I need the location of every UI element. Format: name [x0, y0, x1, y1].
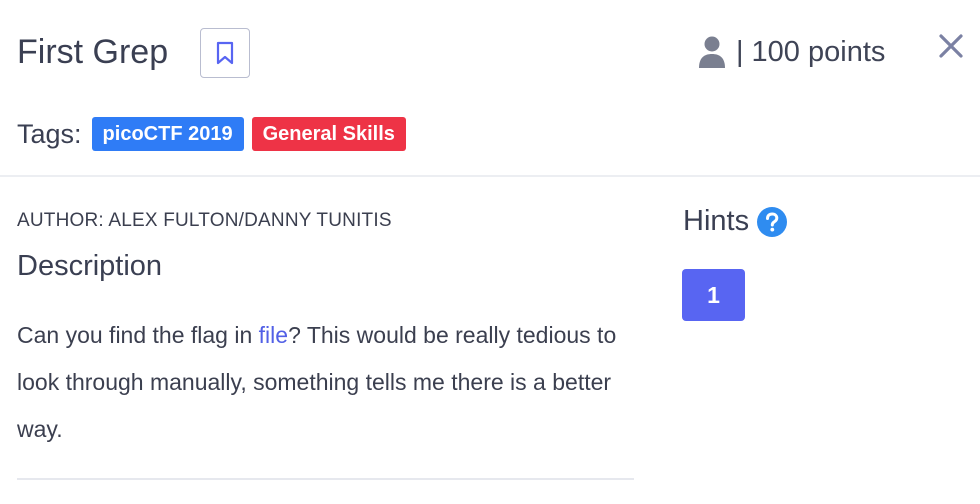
tag-picoctf-2019[interactable]: picoCTF 2019	[91, 117, 244, 151]
description-divider	[17, 478, 634, 480]
hints-heading: Hints	[683, 205, 750, 237]
help-circle-icon[interactable]	[757, 206, 788, 237]
description-heading: Description	[17, 250, 163, 282]
user-icon	[699, 36, 725, 68]
tags-row: Tags: picoCTF 2019 General Skills	[17, 117, 414, 151]
author-line: AUTHOR: ALEX FULTON/DANNY TUNITIS	[17, 210, 392, 231]
challenge-title: First Grep	[17, 33, 169, 71]
tag-general-skills[interactable]: General Skills	[251, 117, 406, 151]
close-icon	[939, 34, 963, 58]
bookmark-button[interactable]	[200, 28, 250, 78]
hint-button-1[interactable]: 1	[682, 269, 745, 321]
file-link[interactable]: file	[259, 322, 288, 348]
points-value: 100 points	[751, 35, 886, 68]
description-text: Can you find the flag in file? This woul…	[17, 312, 637, 453]
close-button[interactable]	[937, 32, 965, 60]
bookmark-icon	[216, 41, 234, 65]
hints-heading-row: Hints	[683, 205, 788, 238]
description-text-start: Can you find the flag in	[17, 322, 259, 348]
challenge-header: First Grep | 100 points Tags: picoCTF 20…	[0, 0, 980, 176]
points-info: | 100 points	[698, 32, 885, 72]
header-divider	[0, 175, 980, 177]
points-separator: |	[736, 35, 744, 68]
tags-label: Tags:	[17, 118, 82, 149]
